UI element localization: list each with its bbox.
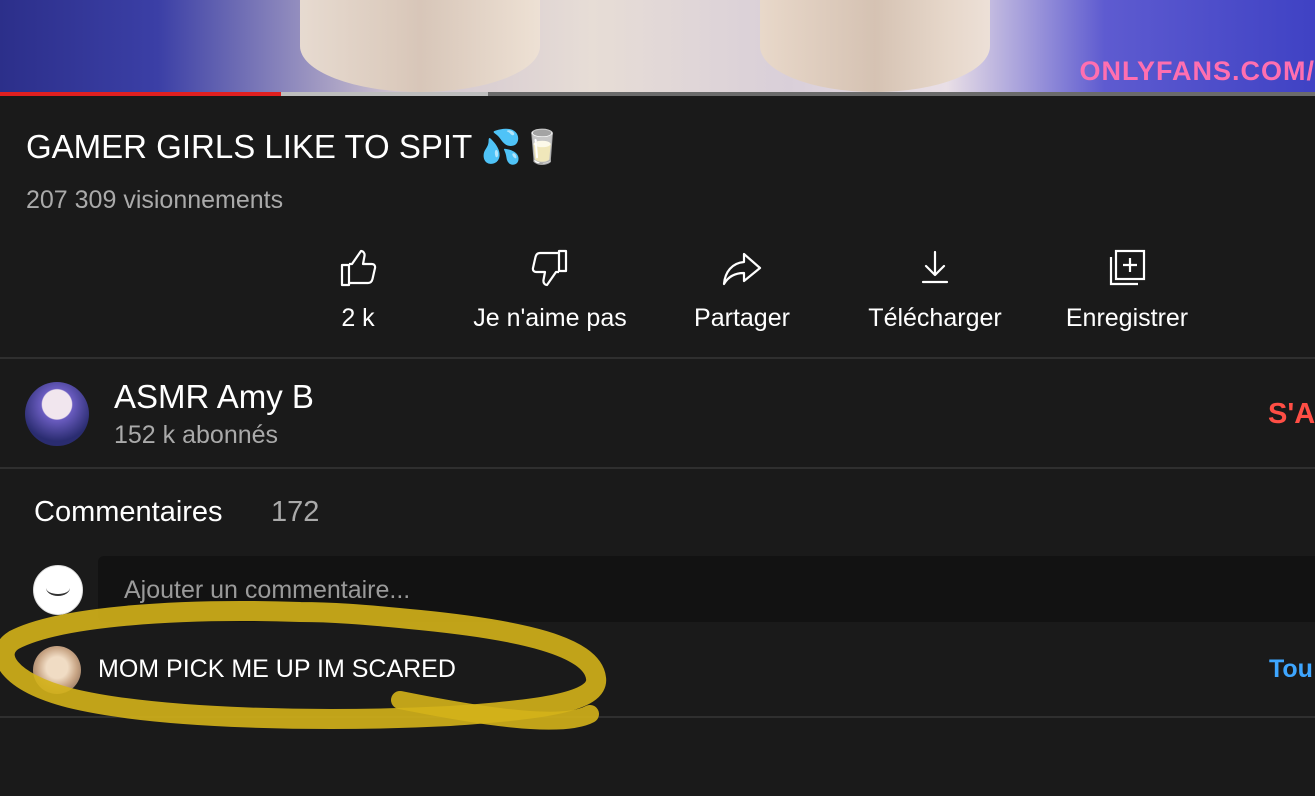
share-label: Partager bbox=[694, 304, 790, 332]
thumbs-down-icon bbox=[531, 249, 568, 287]
subscriber-count: 152 k abonnés bbox=[114, 421, 279, 449]
comments-heading[interactable]: Commentaires bbox=[34, 496, 223, 529]
like-button[interactable]: 2 k bbox=[318, 248, 398, 333]
progress-played bbox=[0, 92, 282, 96]
comment-input-box[interactable] bbox=[98, 556, 1315, 622]
view-count: 207 309 visionnements bbox=[26, 186, 284, 214]
video-progress-bar[interactable] bbox=[0, 92, 1315, 96]
user-avatar bbox=[33, 565, 83, 615]
download-button[interactable]: Télécharger bbox=[852, 248, 1018, 333]
comments-count: 172 bbox=[271, 496, 320, 528]
video-watermark: ONLYFANS.COM/ bbox=[1079, 56, 1315, 86]
comment-input[interactable] bbox=[122, 572, 1226, 608]
channel-name[interactable]: ASMR Amy B bbox=[114, 378, 314, 416]
dislike-label: Je n'aime pas bbox=[473, 304, 627, 332]
action-bar: 2 k Je n'aime pas Partager Télécharger E… bbox=[0, 248, 1315, 338]
video-player[interactable]: ONLYFANS.COM/ bbox=[0, 0, 1315, 92]
share-arrow-icon bbox=[722, 252, 762, 286]
video-frame-detail bbox=[760, 0, 990, 92]
divider bbox=[0, 467, 1315, 469]
commenter-avatar bbox=[33, 646, 81, 694]
subscribe-button[interactable]: S'A bbox=[1268, 398, 1315, 431]
divider bbox=[0, 716, 1315, 718]
video-title: GAMER GIRLS LIKE TO SPIT 💦🥛 bbox=[26, 128, 563, 165]
dislike-button[interactable]: Je n'aime pas bbox=[452, 248, 648, 333]
channel-avatar[interactable] bbox=[25, 382, 89, 446]
add-to-playlist-icon bbox=[1109, 249, 1146, 286]
video-frame-detail bbox=[300, 0, 540, 92]
thumbs-up-icon bbox=[340, 249, 377, 287]
download-icon bbox=[921, 250, 949, 284]
save-label: Enregistrer bbox=[1065, 304, 1189, 332]
avatar-face-icon bbox=[46, 580, 70, 596]
download-label: Télécharger bbox=[868, 304, 1002, 332]
see-all-comments-link[interactable]: Tou bbox=[1269, 655, 1313, 684]
top-comment-text[interactable]: MOM PICK ME UP IM SCARED bbox=[98, 655, 456, 684]
divider bbox=[0, 357, 1315, 359]
save-button[interactable]: Enregistrer bbox=[1050, 248, 1204, 333]
share-button[interactable]: Partager bbox=[680, 248, 804, 333]
like-count: 2 k bbox=[341, 304, 375, 332]
